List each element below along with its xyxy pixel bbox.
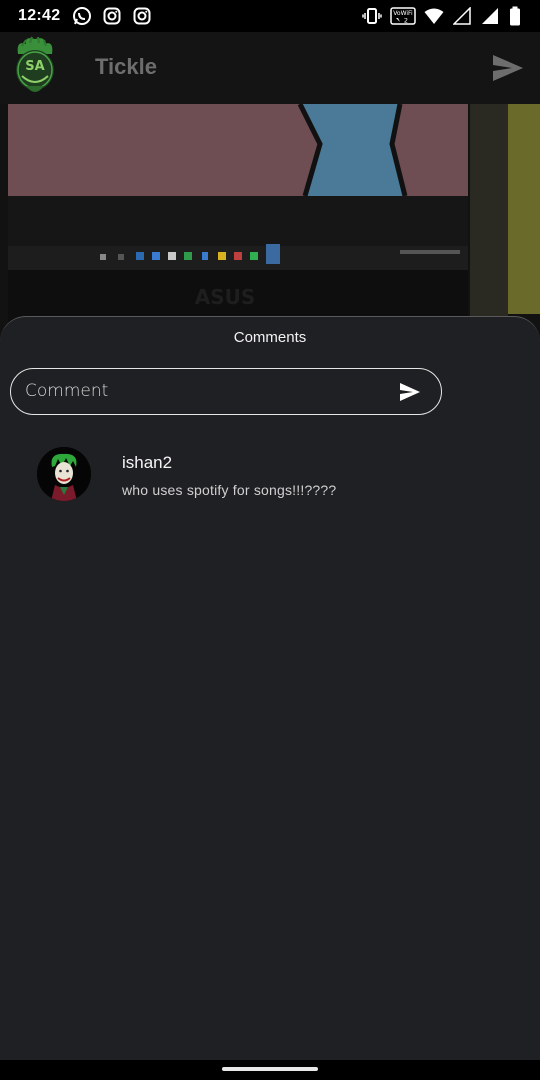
navigation-bar — [0, 1060, 540, 1080]
home-gesture-handle[interactable] — [222, 1067, 318, 1071]
instagram-icon — [102, 6, 122, 26]
app-logo[interactable]: SA — [12, 36, 58, 100]
send-icon[interactable] — [492, 54, 524, 82]
instagram-icon — [132, 6, 152, 26]
signal-icon — [480, 6, 500, 26]
vowifi-sim: 2 — [404, 17, 408, 25]
comment-username[interactable]: ishan2 — [122, 453, 172, 473]
laptop-brand: ASUS — [195, 285, 256, 309]
notification-icons — [72, 6, 152, 26]
logo-text: SA — [25, 59, 44, 74]
system-icons: VoWiFi 2 — [362, 6, 522, 26]
app-bar: SA Tickle — [0, 32, 540, 104]
comment-input[interactable] — [25, 369, 385, 413]
list-item: ishan2 who uses spotify for songs!!!???? — [0, 441, 540, 511]
app-title: Tickle — [95, 54, 157, 79]
signal-icon — [452, 6, 472, 26]
comments-sheet: Comments ishan2 who uses spotify for son… — [0, 316, 540, 1060]
status-time: 12:42 — [18, 7, 61, 24]
comment-text: who uses spotify for songs!!!???? — [122, 482, 337, 498]
whatsapp-icon — [72, 6, 92, 26]
status-bar: 12:42 VoWiFi 2 — [0, 0, 540, 32]
comment-box — [10, 368, 442, 415]
battery-icon — [508, 6, 522, 26]
post-image: ASUS — [0, 104, 540, 344]
vowifi-icon: VoWiFi 2 — [390, 6, 416, 26]
send-comment-icon[interactable] — [399, 382, 421, 402]
sheet-title: Comments — [233, 329, 307, 346]
vibrate-icon — [362, 6, 382, 26]
wifi-icon — [424, 6, 444, 26]
avatar[interactable] — [37, 447, 91, 501]
